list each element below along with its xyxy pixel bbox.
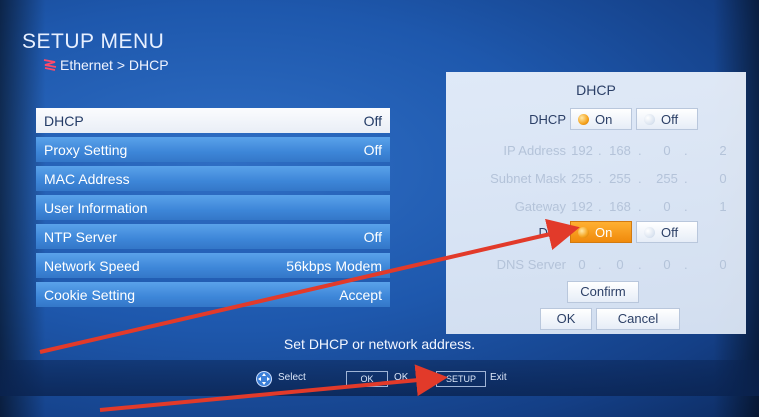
annotation-arrow-dns xyxy=(39,218,580,354)
annotation-arrow-setup xyxy=(99,364,448,412)
annotation-arrows xyxy=(39,218,580,412)
